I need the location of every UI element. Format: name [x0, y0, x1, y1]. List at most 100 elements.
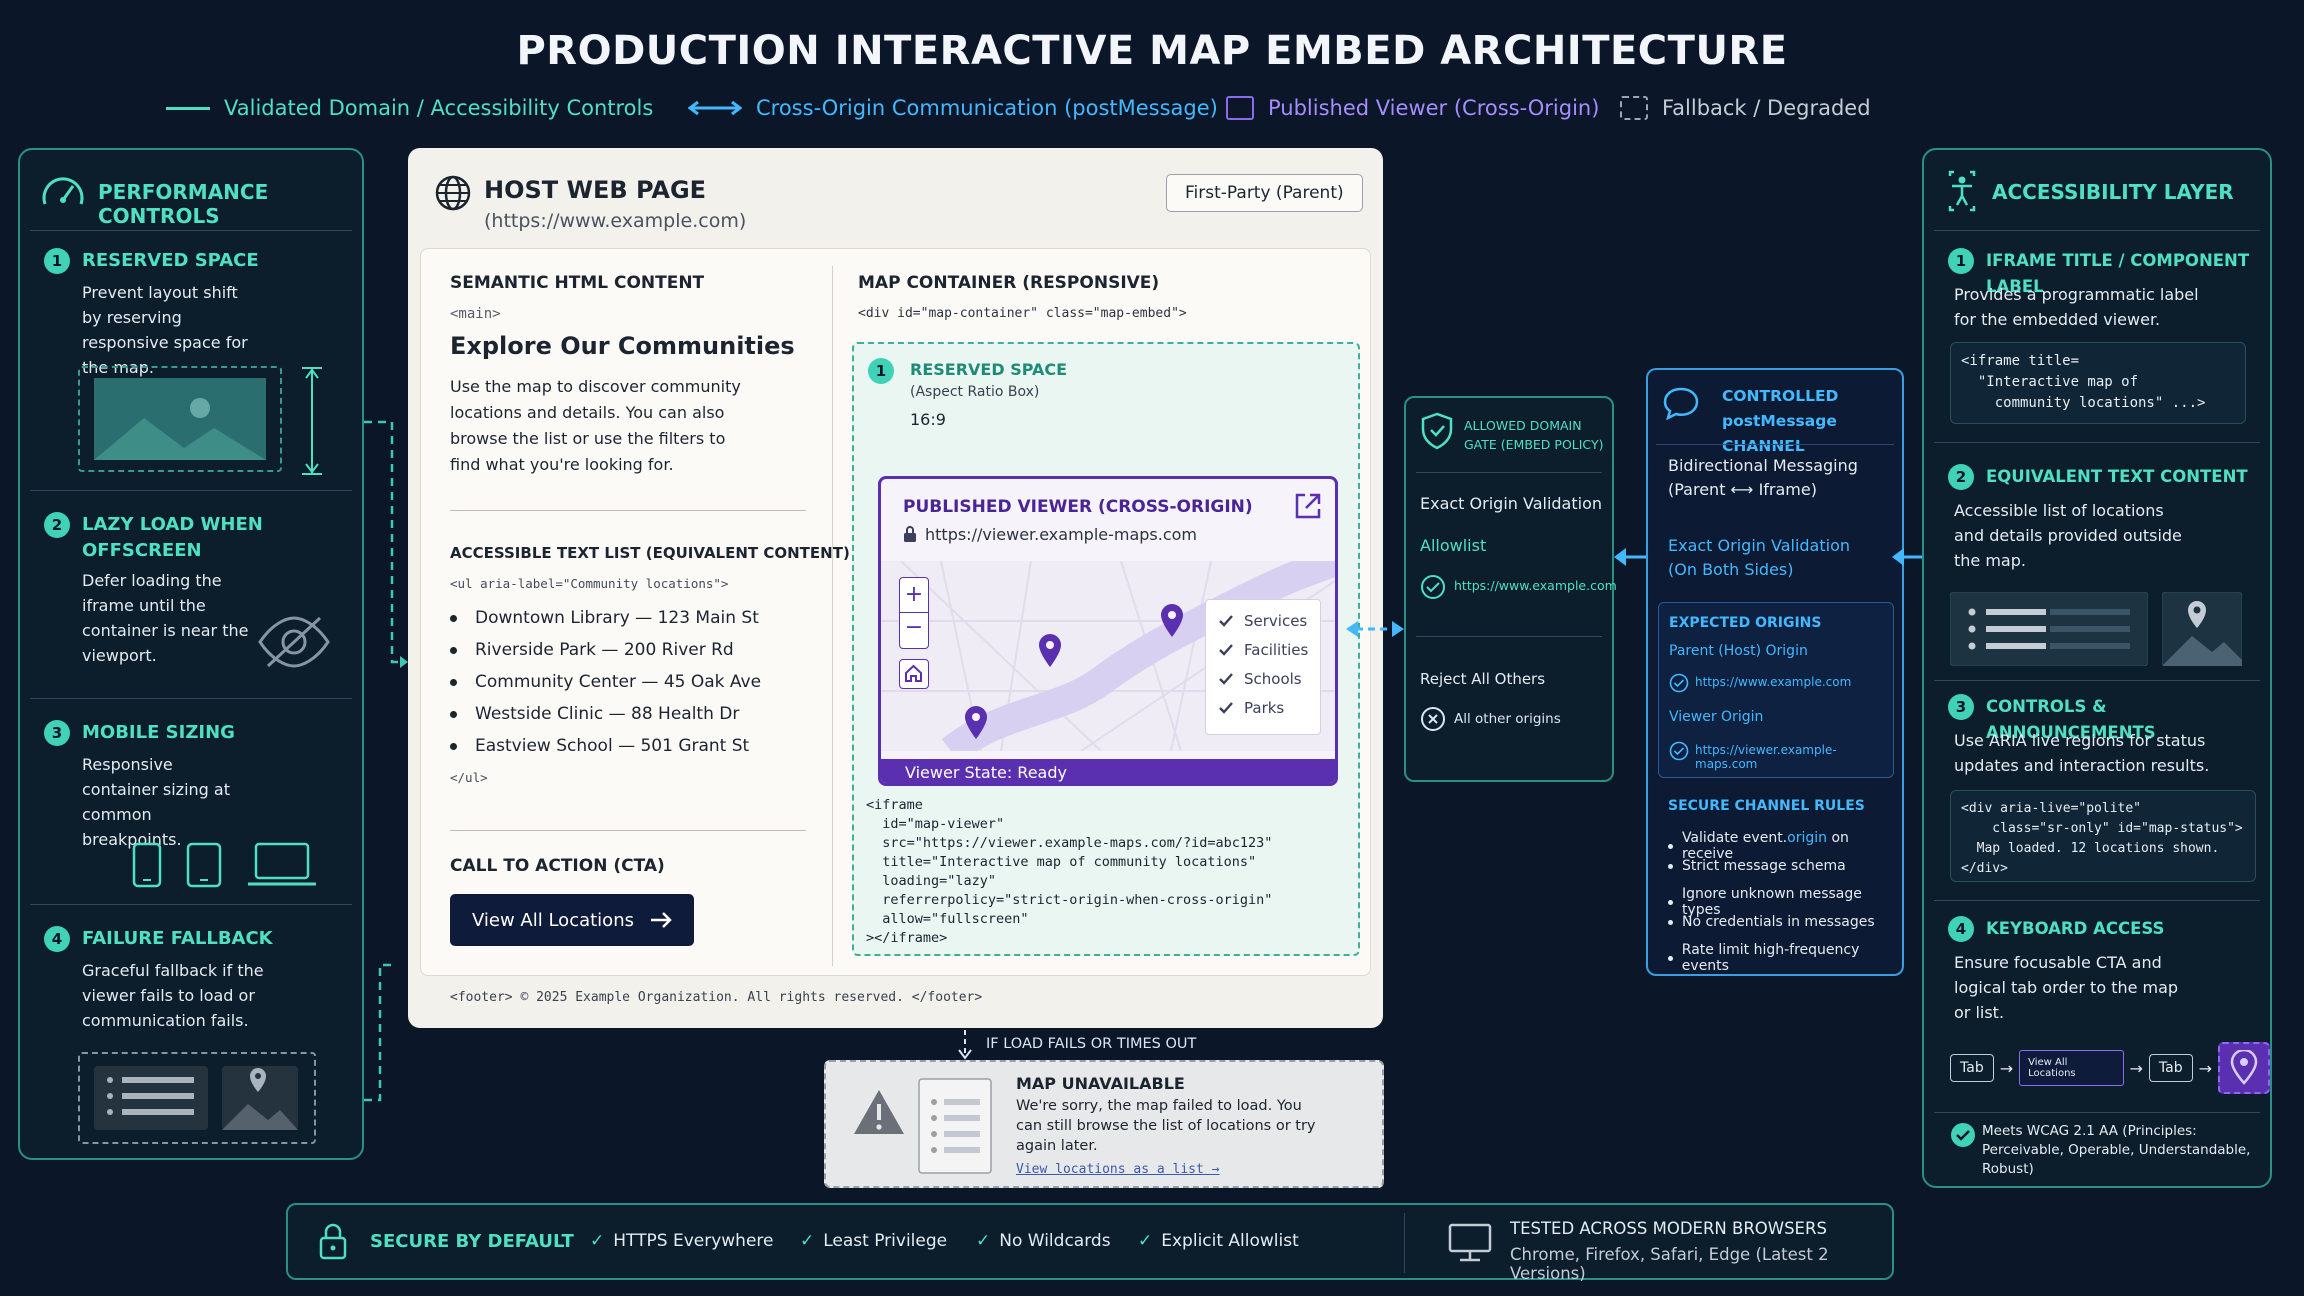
- gate-allow-origin: https://www.example.com: [1454, 578, 1617, 593]
- zoom-out-button[interactable]: −: [900, 613, 928, 647]
- map-container-label: MAP CONTAINER (RESPONSIVE): [858, 273, 1160, 293]
- check-icon: ✓: [800, 1231, 815, 1251]
- filter-parks[interactable]: Parks: [1218, 693, 1320, 722]
- check-circle-icon: [1669, 741, 1689, 761]
- ul-close-tag: </ul>: [450, 770, 488, 785]
- channel-bidir: Bidirectional Messaging: [1668, 456, 1858, 475]
- map-zoom-controls: + −: [899, 577, 929, 649]
- filter-services[interactable]: Services: [1218, 606, 1320, 635]
- padlock-icon: [319, 1223, 347, 1260]
- perf-item-4-text: Graceful fallback if the viewer fails to…: [82, 961, 264, 1030]
- tested-title: TESTED ACROSS MODERN BROWSERS: [1510, 1219, 1827, 1238]
- arrow-right-icon: →: [1999, 1058, 2014, 1078]
- phone-icon: [132, 842, 162, 888]
- list-item[interactable]: Eastview School — 501 Grant St: [450, 730, 761, 762]
- gate-exact: Exact Origin Validation: [1420, 494, 1602, 513]
- page-title: PRODUCTION INTERACTIVE MAP EMBED ARCHITE…: [516, 28, 1788, 74]
- list-item[interactable]: Riverside Park — 200 River Rd: [450, 634, 761, 666]
- perf-item-3-text: Responsive container sizing at common br…: [82, 755, 230, 849]
- rule-item: Rate limit high-frequency events: [1668, 942, 1902, 974]
- list-item[interactable]: Downtown Library — 123 Main St: [450, 602, 761, 634]
- home-icon: [905, 664, 922, 682]
- viewer-origin-label: Viewer Origin: [1669, 709, 1764, 725]
- monitor-icon: [1448, 1223, 1492, 1262]
- map-home-button[interactable]: [899, 659, 929, 689]
- expected-origins-box: EXPECTED ORIGINS Parent (Host) Origin ht…: [1658, 602, 1894, 778]
- image-placeholder-icon: [94, 378, 266, 460]
- aspect-ratio: 16:9: [910, 410, 946, 429]
- list-item[interactable]: Community Center — 45 Oak Ave: [450, 666, 761, 698]
- iframe-title-code: <iframe title= "Interactive map of commu…: [1950, 342, 2246, 424]
- channel-bidir-sub: (Parent ⟷ Iframe): [1668, 480, 1817, 499]
- external-link-icon[interactable]: [1293, 491, 1323, 521]
- perf-item-3-heading: 3 MOBILE SIZING: [44, 720, 235, 746]
- x-circle-icon: [1421, 707, 1445, 731]
- check-circle-icon: [1669, 673, 1689, 693]
- perf-item-2-heading: 2 LAZY LOAD WHEN OFFSCREEN: [44, 512, 304, 564]
- cta-label: CALL TO ACTION (CTA): [450, 856, 665, 876]
- arrow-right-icon: →: [2198, 1058, 2213, 1078]
- rule-item: Strict message schema: [1668, 858, 1846, 874]
- map-unavailable-card: MAP UNAVAILABLE We're sorry, the map fai…: [824, 1060, 1384, 1188]
- legend-fallback: Fallback / Degraded: [1620, 96, 1871, 120]
- a11y-item-4-text: Ensure focusable CTA and logical tab ord…: [1954, 953, 2179, 1022]
- map-pin-icon[interactable]: [1037, 633, 1063, 669]
- list-document-icon: [918, 1078, 992, 1174]
- a11y-item-4-heading: 4 KEYBOARD ACCESS: [1948, 916, 2164, 942]
- laptop-icon: [248, 842, 316, 886]
- list-item[interactable]: Westside Clinic — 88 Health Dr: [450, 698, 761, 730]
- check-https: ✓ HTTPS Everywhere: [590, 1231, 774, 1251]
- host-url: (https://www.example.com): [484, 210, 747, 232]
- viewer-origin-value: https://viewer.example-maps.com: [1695, 743, 1837, 771]
- a11y-item-2-heading: 2 EQUIVALENT TEXT CONTENT: [1948, 464, 2248, 490]
- tab-key: Tab: [1950, 1054, 1994, 1082]
- a11y-item-1-text: Provides a programmatic label for the em…: [1954, 285, 2199, 329]
- fallback-illustration: [78, 1052, 316, 1144]
- zoom-in-button[interactable]: +: [900, 578, 928, 613]
- check-no-wildcards: ✓ No Wildcards: [976, 1231, 1111, 1251]
- accessibility-person-icon: [1948, 170, 1976, 212]
- viewer-state-bar: Viewer State: Ready: [881, 759, 1335, 783]
- tablet-icon: [186, 842, 222, 888]
- purple-box-icon: [1226, 96, 1254, 120]
- view-as-list-link[interactable]: View locations as a list →: [1016, 1162, 1220, 1177]
- checkbox-checked-icon: [1219, 643, 1233, 656]
- speedometer-icon: [42, 177, 84, 205]
- fallback-arrow-label: IF LOAD FAILS OR TIMES OUT: [986, 1036, 1197, 1052]
- bottom-bar: SECURE BY DEFAULT ✓ HTTPS Everywhere ✓ Lea…: [286, 1203, 1894, 1283]
- check-icon: ✓: [976, 1231, 991, 1251]
- left-connector-lines: [364, 420, 408, 1102]
- tab-cta-chip[interactable]: View All Locations: [2019, 1050, 2124, 1086]
- host-web-page: HOST WEB PAGE (https://www.example.com) …: [408, 148, 1383, 1028]
- check-circle-icon: [1951, 1123, 1975, 1147]
- a11y-item-2-text: Accessible list of locations and details…: [1954, 501, 2182, 570]
- map-pin-icon[interactable]: [1159, 603, 1185, 639]
- wcag-note: Meets WCAG 2.1 AA (Principles: Perceivab…: [1982, 1123, 2251, 1177]
- tab-order-row: Tab → View All Locations → Tab →: [1950, 1042, 2270, 1094]
- viewer-url: https://viewer.example-maps.com: [925, 525, 1198, 544]
- published-viewer[interactable]: PUBLISHED VIEWER (CROSS-ORIGIN) https://…: [878, 476, 1338, 786]
- parent-origin-value: https://www.example.com: [1695, 675, 1852, 689]
- host-gate-arrow: [1346, 621, 1404, 637]
- expected-origins-title: EXPECTED ORIGINS: [1669, 615, 1822, 631]
- gate-title: ALLOWED DOMAIN GATE (EMBED POLICY): [1464, 418, 1604, 452]
- arrow-right-icon: →: [2129, 1058, 2143, 1078]
- checkbox-checked-icon: [1219, 701, 1233, 714]
- focused-map-pin-icon[interactable]: [2218, 1042, 2270, 1094]
- filter-facilities[interactable]: Facilities: [1218, 635, 1320, 664]
- map-unavailable-title: MAP UNAVAILABLE: [1016, 1074, 1185, 1093]
- legend-validated: Validated Domain / Accessibility Control…: [166, 96, 653, 120]
- viewer-title: PUBLISHED VIEWER (CROSS-ORIGIN): [903, 497, 1253, 517]
- check-explicit-allowlist: ✓ Explicit Allowlist: [1138, 1231, 1299, 1251]
- accessibility-title: ACCESSIBILITY LAYER: [1992, 180, 2234, 204]
- map-pin-icon[interactable]: [963, 705, 989, 741]
- gate-allowlist: Allowlist: [1420, 536, 1487, 555]
- rules-title: SECURE CHANNEL RULES: [1668, 798, 1865, 814]
- view-all-locations-button[interactable]: View All Locations: [450, 894, 694, 946]
- postmessage-channel: CONTROLLED postMessage CHANNEL Bidirecti…: [1646, 368, 1904, 976]
- map-pin-image-icon: [2162, 592, 2242, 666]
- filter-schools[interactable]: Schools: [1218, 664, 1320, 693]
- map-unavailable-text: We're sorry, the map failed to load. You…: [1016, 1098, 1316, 1154]
- teal-line-icon: [166, 106, 210, 110]
- list-icon: [94, 1066, 208, 1130]
